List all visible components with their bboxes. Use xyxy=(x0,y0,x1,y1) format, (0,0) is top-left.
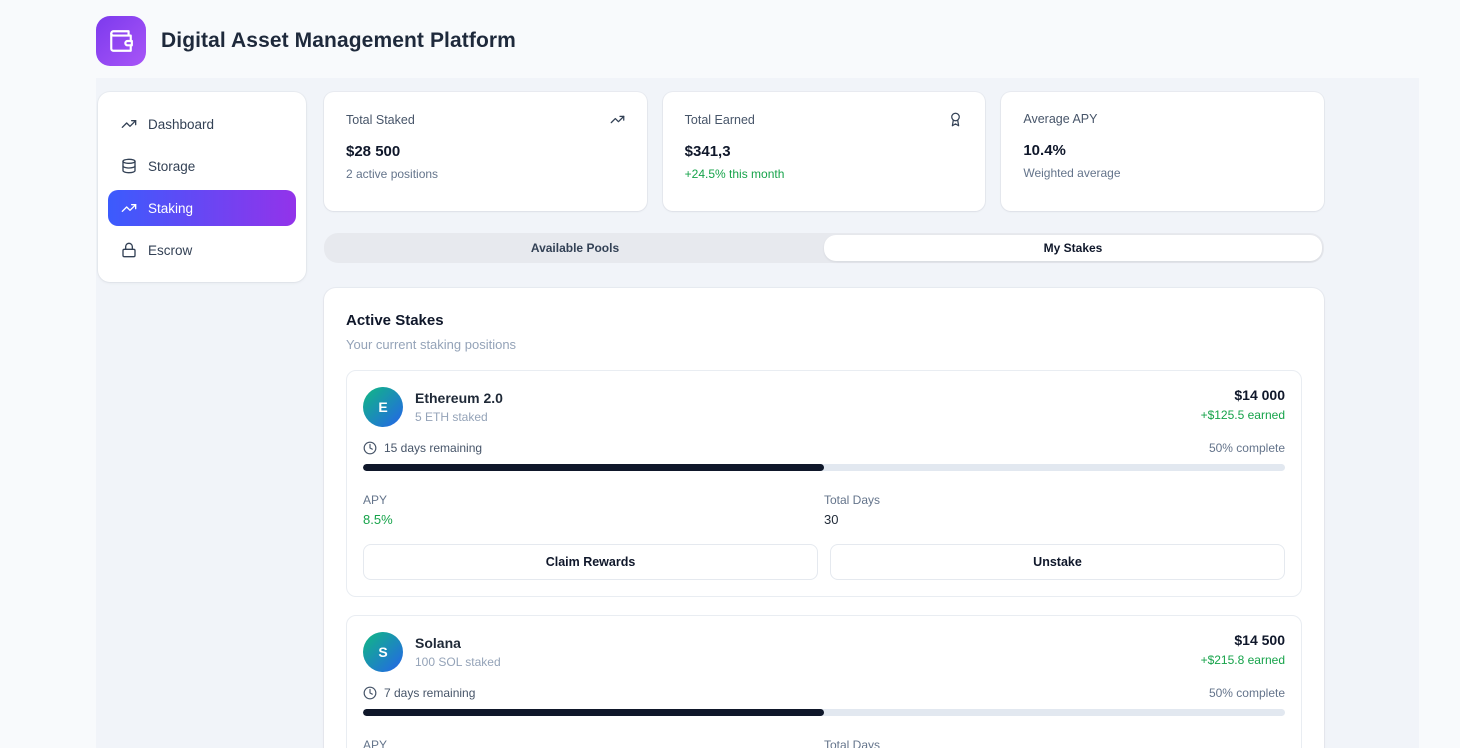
stake-card-solana: S Solana 100 SOL staked $14 500 +$215.8 … xyxy=(346,615,1302,748)
stake-card-ethereum: E Ethereum 2.0 5 ETH staked $14 000 +$12… xyxy=(346,370,1302,597)
apy-label: APY xyxy=(363,738,824,748)
stat-label: Average APY xyxy=(1023,112,1097,126)
app-header: Digital Asset Management Platform xyxy=(96,16,516,66)
trending-up-icon xyxy=(121,116,137,132)
total-days-value: 30 xyxy=(824,512,1285,527)
stat-subtext: +24.5% this month xyxy=(685,167,964,181)
sidebar-item-escrow[interactable]: Escrow xyxy=(108,232,296,268)
clock-icon xyxy=(363,686,377,700)
stat-subtext: 2 active positions xyxy=(346,167,625,181)
stats-row: Total Staked $28 500 2 active positions … xyxy=(324,92,1324,211)
staked-amount: 5 ETH staked xyxy=(415,410,503,424)
active-stakes-panel: Active Stakes Your current staking posit… xyxy=(324,288,1324,748)
stat-value: $341,3 xyxy=(685,143,964,160)
staked-amount: 100 SOL staked xyxy=(415,655,501,669)
progress-fill xyxy=(363,709,824,716)
database-icon xyxy=(121,158,137,174)
sidebar-item-label: Storage xyxy=(148,159,195,174)
stat-card-average-apy: Average APY 10.4% Weighted average xyxy=(1001,92,1324,211)
percent-complete: 50% complete xyxy=(1209,441,1285,455)
sidebar: Dashboard Storage Staking Escrow xyxy=(98,92,306,282)
progress-bar xyxy=(363,709,1285,716)
stat-value: 10.4% xyxy=(1023,142,1302,159)
stat-label: Total Staked xyxy=(346,113,415,127)
total-days-label: Total Days xyxy=(824,738,1285,748)
asset-name: Solana xyxy=(415,635,501,651)
stake-earned: +$215.8 earned xyxy=(1201,653,1285,667)
total-days-label: Total Days xyxy=(824,493,1285,507)
sidebar-item-storage[interactable]: Storage xyxy=(108,148,296,184)
page-title: Digital Asset Management Platform xyxy=(161,29,516,53)
apy-label: APY xyxy=(363,493,824,507)
sidebar-item-staking[interactable]: Staking xyxy=(108,190,296,226)
stake-earned: +$125.5 earned xyxy=(1201,408,1285,422)
wallet-icon xyxy=(108,28,134,54)
main-content: Total Staked $28 500 2 active positions … xyxy=(324,92,1324,748)
stat-label: Total Earned xyxy=(685,113,755,127)
lock-icon xyxy=(121,242,137,258)
progress-bar xyxy=(363,464,1285,471)
panel-subtitle: Your current staking positions xyxy=(346,337,1302,352)
asset-avatar: E xyxy=(363,387,403,427)
stake-value: $14 000 xyxy=(1201,387,1285,403)
tab-my-stakes[interactable]: My Stakes xyxy=(824,235,1322,261)
asset-name: Ethereum 2.0 xyxy=(415,390,503,406)
trending-up-icon xyxy=(121,200,137,216)
progress-fill xyxy=(363,464,824,471)
stat-subtext: Weighted average xyxy=(1023,166,1302,180)
stat-value: $28 500 xyxy=(346,143,625,160)
trending-up-icon xyxy=(610,112,625,127)
award-icon xyxy=(948,112,963,127)
panel-title: Active Stakes xyxy=(346,312,1302,329)
apy-value: 8.5% xyxy=(363,512,824,527)
sidebar-item-label: Staking xyxy=(148,201,193,216)
claim-rewards-button[interactable]: Claim Rewards xyxy=(363,544,818,580)
sidebar-item-label: Dashboard xyxy=(148,117,214,132)
unstake-button[interactable]: Unstake xyxy=(830,544,1285,580)
stake-value: $14 500 xyxy=(1201,632,1285,648)
tab-list: Available Pools My Stakes xyxy=(324,233,1324,263)
asset-avatar: S xyxy=(363,632,403,672)
stat-card-total-staked: Total Staked $28 500 2 active positions xyxy=(324,92,647,211)
days-remaining: 15 days remaining xyxy=(384,441,482,455)
clock-icon xyxy=(363,441,377,455)
sidebar-item-label: Escrow xyxy=(148,243,192,258)
app-logo xyxy=(96,16,146,66)
days-remaining: 7 days remaining xyxy=(384,686,475,700)
tab-available-pools[interactable]: Available Pools xyxy=(326,235,824,261)
sidebar-item-dashboard[interactable]: Dashboard xyxy=(108,106,296,142)
stat-card-total-earned: Total Earned $341,3 +24.5% this month xyxy=(663,92,986,211)
percent-complete: 50% complete xyxy=(1209,686,1285,700)
